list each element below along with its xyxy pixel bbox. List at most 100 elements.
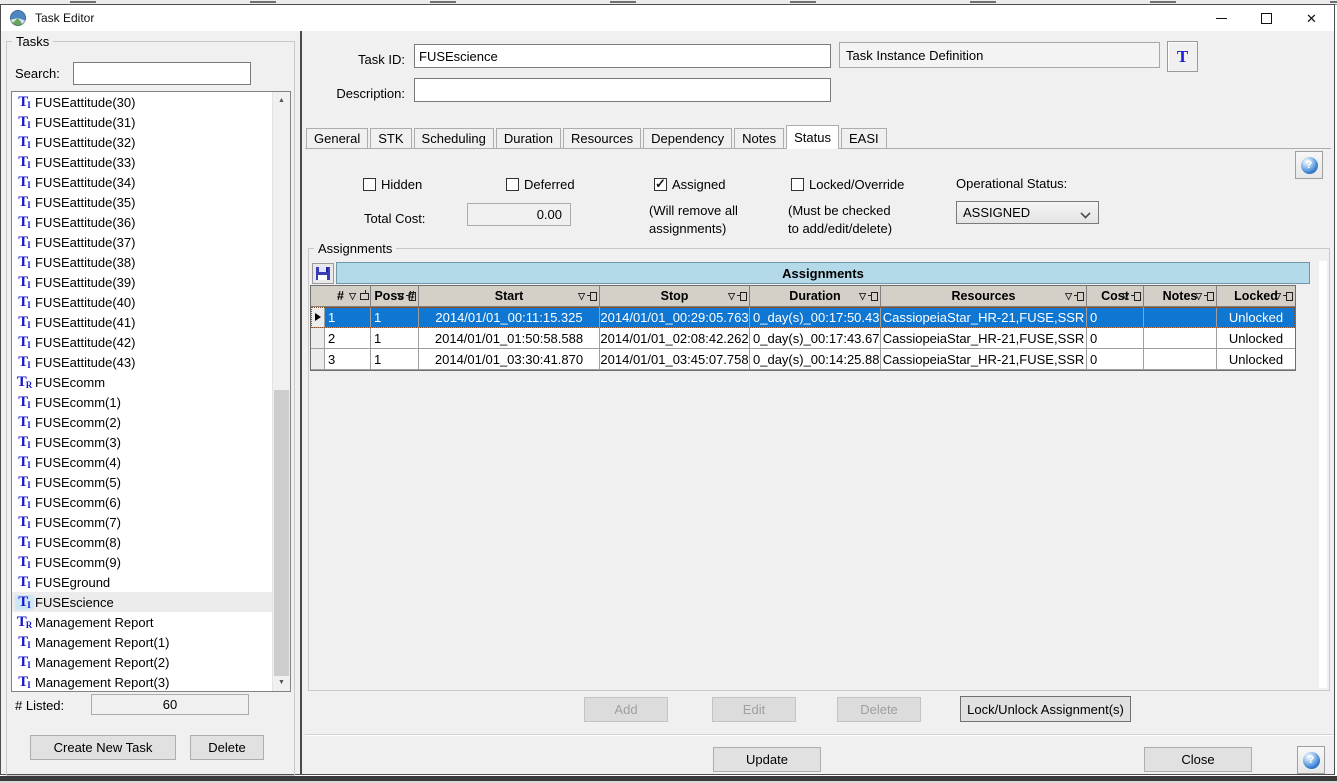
list-item[interactable]: TIFUSEcomm(4): [12, 452, 273, 472]
list-item[interactable]: TIFUSEground: [12, 572, 273, 592]
pin-icon[interactable]: [360, 293, 369, 300]
column-header-row-number[interactable]: #▽: [311, 286, 371, 307]
list-item[interactable]: TIFUSEattitude(42): [12, 332, 273, 352]
list-item[interactable]: TIFUSEcomm(9): [12, 552, 273, 572]
delete-assignment-button[interactable]: Delete: [837, 697, 921, 722]
pin-icon[interactable]: [409, 292, 416, 301]
lock-unlock-assignments-button[interactable]: Lock/Unlock Assignment(s): [960, 696, 1131, 722]
task-type-button[interactable]: T: [1167, 41, 1198, 72]
hidden-checkbox[interactable]: Hidden: [363, 176, 422, 192]
list-item[interactable]: TIFUSEattitude(43): [12, 352, 273, 372]
list-item[interactable]: TIFUSEattitude(39): [12, 272, 273, 292]
description-input[interactable]: [414, 78, 831, 102]
maximize-button[interactable]: [1244, 5, 1289, 31]
operational-status-select[interactable]: ASSIGNED: [956, 201, 1099, 224]
filter-icon[interactable]: ▽: [859, 290, 866, 302]
list-item[interactable]: TIFUSEattitude(40): [12, 292, 273, 312]
update-button[interactable]: Update: [713, 747, 821, 772]
pin-icon[interactable]: [1077, 292, 1084, 301]
minimize-button[interactable]: [1199, 5, 1244, 31]
search-input[interactable]: [73, 62, 251, 85]
column-header-resources[interactable]: Resources▽: [881, 286, 1087, 307]
filter-icon[interactable]: ▽: [1122, 290, 1129, 302]
tab-easi[interactable]: EASI: [841, 128, 887, 148]
assigned-checkbox[interactable]: Assigned: [654, 176, 725, 192]
edit-assignment-button[interactable]: Edit: [712, 697, 796, 722]
tab-scheduling[interactable]: Scheduling: [414, 128, 494, 148]
deferred-checkbox[interactable]: Deferred: [506, 176, 575, 192]
list-item[interactable]: TIFUSEattitude(37): [12, 232, 273, 252]
list-item[interactable]: TIFUSEattitude(33): [12, 152, 273, 172]
column-header-poss-number[interactable]: Poss #▽: [371, 286, 419, 307]
column-header-stop[interactable]: Stop▽: [600, 286, 750, 307]
filter-icon[interactable]: ▽: [578, 290, 585, 302]
column-header-notes[interactable]: Notes▽: [1144, 286, 1217, 307]
filter-icon[interactable]: ▽: [1065, 290, 1072, 302]
list-item[interactable]: TRFUSEcomm: [12, 372, 273, 392]
list-item[interactable]: TIManagement Report(3): [12, 672, 273, 691]
list-item[interactable]: TIFUSEscience: [12, 592, 273, 612]
create-new-task-button[interactable]: Create New Task: [30, 735, 176, 760]
filter-icon[interactable]: ▽: [349, 290, 356, 302]
delete-task-button[interactable]: Delete: [190, 735, 264, 760]
pin-icon[interactable]: [740, 292, 747, 301]
list-item[interactable]: TIFUSEcomm(2): [12, 412, 273, 432]
list-item[interactable]: TIFUSEattitude(36): [12, 212, 273, 232]
pin-icon[interactable]: [1286, 292, 1293, 301]
list-item[interactable]: TIFUSEcomm(8): [12, 532, 273, 552]
list-item[interactable]: TIFUSEattitude(30): [12, 92, 273, 112]
pin-icon[interactable]: [590, 292, 597, 301]
save-table-button[interactable]: [312, 263, 334, 284]
pin-icon[interactable]: [871, 292, 878, 301]
column-header-duration[interactable]: Duration▽: [750, 286, 881, 307]
column-header-locked[interactable]: Locked▽: [1217, 286, 1295, 307]
filter-icon[interactable]: ▽: [1274, 290, 1281, 302]
close-button[interactable]: ✕: [1289, 5, 1334, 31]
column-header-cost[interactable]: Cost▽: [1087, 286, 1144, 307]
filter-icon[interactable]: ▽: [397, 290, 404, 302]
table-row[interactable]: 112014/01/01_00:11:15.3252014/01/01_00:2…: [311, 307, 1295, 328]
column-header-start[interactable]: Start▽: [419, 286, 600, 307]
list-item[interactable]: TIFUSEattitude(31): [12, 112, 273, 132]
list-item[interactable]: TIManagement Report(2): [12, 652, 273, 672]
tab-duration[interactable]: Duration: [496, 128, 561, 148]
tab-dependency[interactable]: Dependency: [643, 128, 732, 148]
list-item[interactable]: TIFUSEattitude(35): [12, 192, 273, 212]
task-list-scrollbar[interactable]: ▲ ▼: [272, 92, 290, 691]
tab-status[interactable]: Status: [786, 125, 839, 149]
locked-override-checkbox[interactable]: Locked/Override: [791, 176, 904, 192]
table-scrollbar-track[interactable]: [1319, 261, 1327, 688]
filter-icon[interactable]: ▽: [1195, 290, 1202, 302]
tab-resources[interactable]: Resources: [563, 128, 641, 148]
list-item[interactable]: TIFUSEcomm(5): [12, 472, 273, 492]
scroll-up-icon[interactable]: ▲: [273, 92, 290, 109]
pin-icon[interactable]: [1207, 292, 1214, 301]
add-assignment-button[interactable]: Add: [584, 697, 668, 722]
list-item[interactable]: TIFUSEattitude(41): [12, 312, 273, 332]
column-header-label: #: [337, 289, 344, 303]
list-item[interactable]: TIManagement Report(1): [12, 632, 273, 652]
task-label: FUSEattitude(35): [35, 195, 135, 210]
task-id-input[interactable]: [414, 44, 831, 68]
list-item[interactable]: TIFUSEcomm(7): [12, 512, 273, 532]
dialog-help-button[interactable]: ?: [1297, 746, 1325, 774]
close-dialog-button[interactable]: Close: [1144, 747, 1252, 772]
table-row[interactable]: 212014/01/01_01:50:58.5882014/01/01_02:0…: [311, 328, 1295, 349]
list-item[interactable]: TIFUSEcomm(6): [12, 492, 273, 512]
tab-general[interactable]: General: [306, 128, 368, 148]
panel-splitter[interactable]: [297, 31, 305, 774]
tab-stk[interactable]: STK: [370, 128, 411, 148]
list-item[interactable]: TIFUSEattitude(34): [12, 172, 273, 192]
pin-icon[interactable]: [1134, 292, 1141, 301]
scroll-down-icon[interactable]: ▼: [273, 674, 290, 691]
table-row[interactable]: 312014/01/01_03:30:41.8702014/01/01_03:4…: [311, 349, 1295, 370]
list-item[interactable]: TIFUSEcomm(1): [12, 392, 273, 412]
tab-notes[interactable]: Notes: [734, 128, 784, 148]
list-item[interactable]: TIFUSEattitude(32): [12, 132, 273, 152]
list-item[interactable]: TRManagement Report: [12, 612, 273, 632]
list-item[interactable]: TIFUSEattitude(38): [12, 252, 273, 272]
filter-icon[interactable]: ▽: [728, 290, 735, 302]
list-item[interactable]: TIFUSEcomm(3): [12, 432, 273, 452]
status-help-button[interactable]: ?: [1295, 151, 1323, 179]
scrollbar-thumb[interactable]: [274, 390, 289, 676]
